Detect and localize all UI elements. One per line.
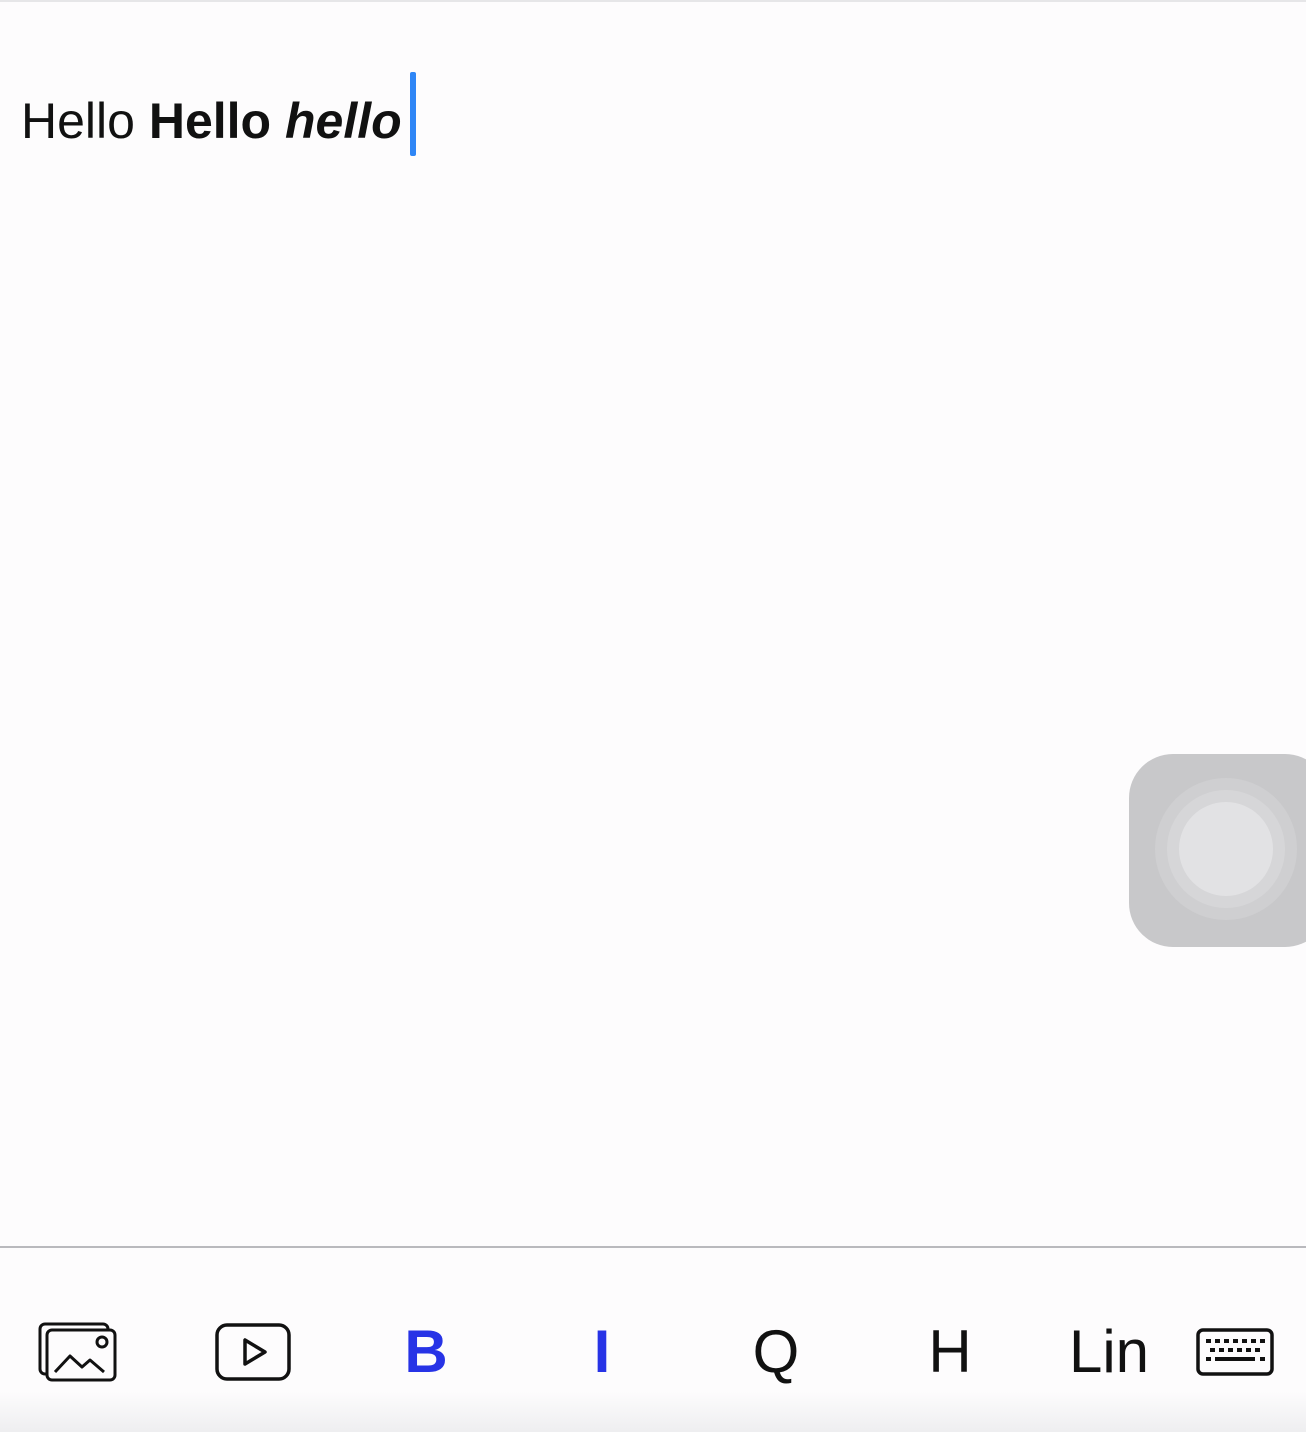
text-editor[interactable]: Hello Hello hello: [0, 0, 1306, 1246]
assistive-touch-ring-inner: [1179, 802, 1273, 896]
video-play-icon: [215, 1323, 291, 1381]
keyboard-icon: [1196, 1328, 1274, 1376]
heading-button-label: H: [928, 1318, 972, 1385]
link-button[interactable]: Lin: [1064, 1320, 1154, 1384]
bold-button[interactable]: B: [396, 1320, 456, 1384]
plain-text: Hello: [21, 93, 135, 149]
italic-button[interactable]: I: [580, 1320, 624, 1384]
quote-button[interactable]: Q: [746, 1320, 806, 1384]
insert-video-button[interactable]: [212, 1320, 294, 1384]
image-icon: [38, 1322, 117, 1382]
heading-button[interactable]: H: [920, 1320, 980, 1384]
hide-keyboard-button[interactable]: [1192, 1320, 1278, 1384]
format-toolbar: B I Q H Lin: [0, 1248, 1306, 1432]
assistive-touch-button[interactable]: [1129, 754, 1306, 947]
editor-text-line[interactable]: Hello Hello hello: [21, 72, 416, 156]
editor-app: Hello Hello hello B I Q H Lin: [0, 0, 1306, 1432]
link-button-label: Lin: [1068, 1318, 1150, 1385]
italic-button-label: I: [593, 1318, 611, 1385]
bold-text: Hello: [148, 93, 272, 149]
quote-button-label: Q: [752, 1318, 800, 1385]
text-caret: [409, 72, 416, 156]
bold-button-label: B: [404, 1318, 448, 1385]
bold-italic-text: hello: [285, 93, 402, 149]
insert-image-button[interactable]: [36, 1320, 120, 1384]
